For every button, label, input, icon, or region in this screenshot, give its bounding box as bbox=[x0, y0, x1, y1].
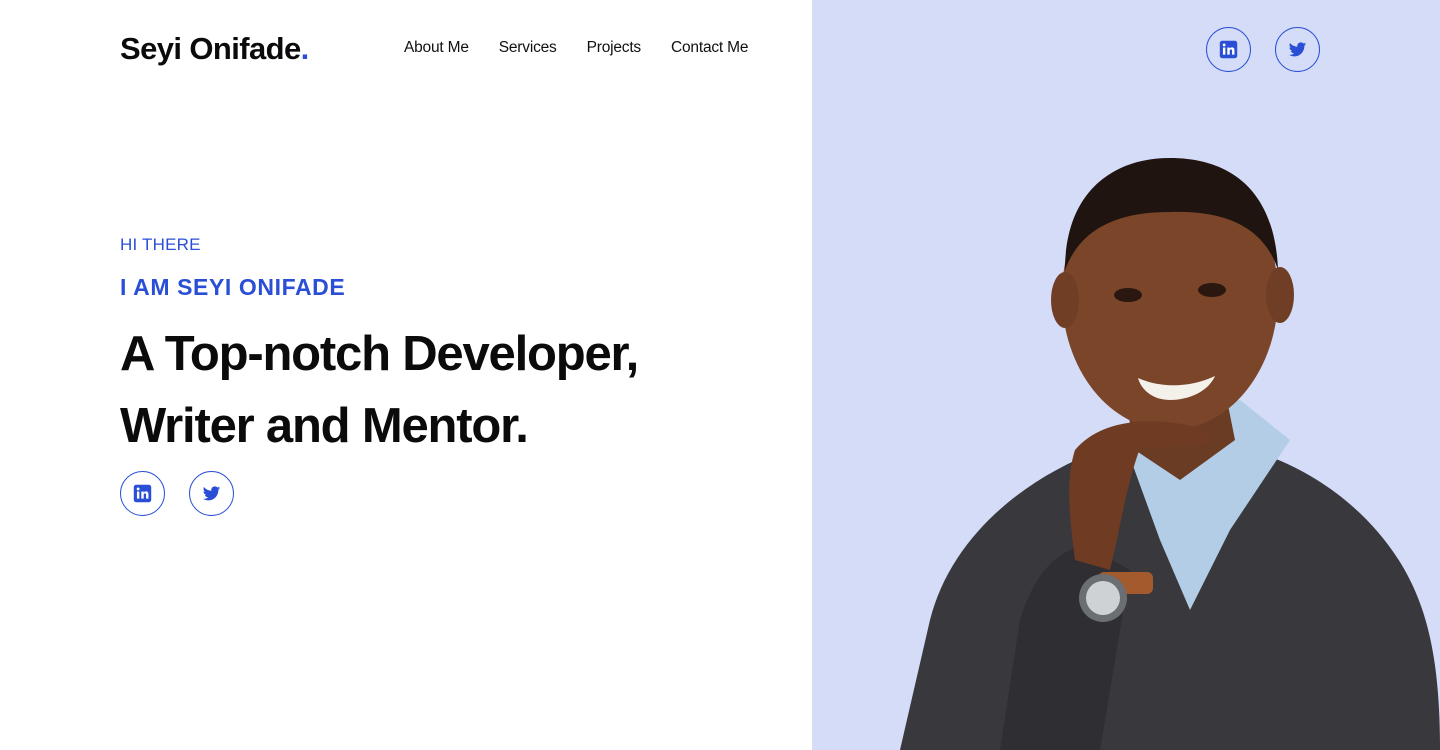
portrait-eye-left bbox=[1114, 288, 1142, 302]
nav-link-services[interactable]: Services bbox=[499, 39, 557, 57]
nav-link-about-me[interactable]: About Me bbox=[404, 39, 469, 57]
header-twitter-button[interactable] bbox=[1275, 27, 1320, 72]
portrait-photo bbox=[900, 158, 1440, 750]
hero-headline: A Top-notch Developer, Writer and Mentor… bbox=[120, 318, 639, 462]
hero-headline-line-2: Writer and Mentor. bbox=[120, 399, 529, 453]
portrait-watch-dial bbox=[1086, 581, 1120, 615]
right-panel bbox=[812, 0, 1440, 750]
logo-dot: . bbox=[300, 31, 310, 66]
nav-link-projects[interactable]: Projects bbox=[587, 39, 642, 57]
main-nav: About Me Services Projects Contact Me bbox=[404, 39, 748, 57]
hero-twitter-button[interactable] bbox=[189, 471, 234, 516]
header-social-links bbox=[1206, 27, 1320, 72]
portrait-ear-right bbox=[1266, 267, 1294, 323]
portrait-eye-right bbox=[1198, 283, 1226, 297]
hero-social-links bbox=[120, 471, 234, 516]
hero-linkedin-button[interactable] bbox=[120, 471, 165, 516]
hero-headline-line-1: A Top-notch Developer, bbox=[120, 327, 639, 381]
site-logo[interactable]: Seyi Onifade. bbox=[120, 31, 309, 67]
logo-text: Seyi Onifade bbox=[120, 31, 301, 66]
hero-subhead: I AM SEYI ONIFADE bbox=[120, 274, 346, 300]
header-linkedin-button[interactable] bbox=[1206, 27, 1251, 72]
linkedin-icon bbox=[133, 484, 152, 503]
twitter-icon bbox=[202, 486, 221, 501]
nav-link-contact-me[interactable]: Contact Me bbox=[671, 39, 748, 57]
twitter-icon bbox=[1288, 42, 1307, 57]
left-panel: Seyi Onifade. About Me Services Projects… bbox=[0, 0, 812, 750]
hero-kicker: HI THERE bbox=[120, 235, 201, 254]
linkedin-icon bbox=[1219, 40, 1238, 59]
portrait-ear-left bbox=[1051, 272, 1079, 328]
